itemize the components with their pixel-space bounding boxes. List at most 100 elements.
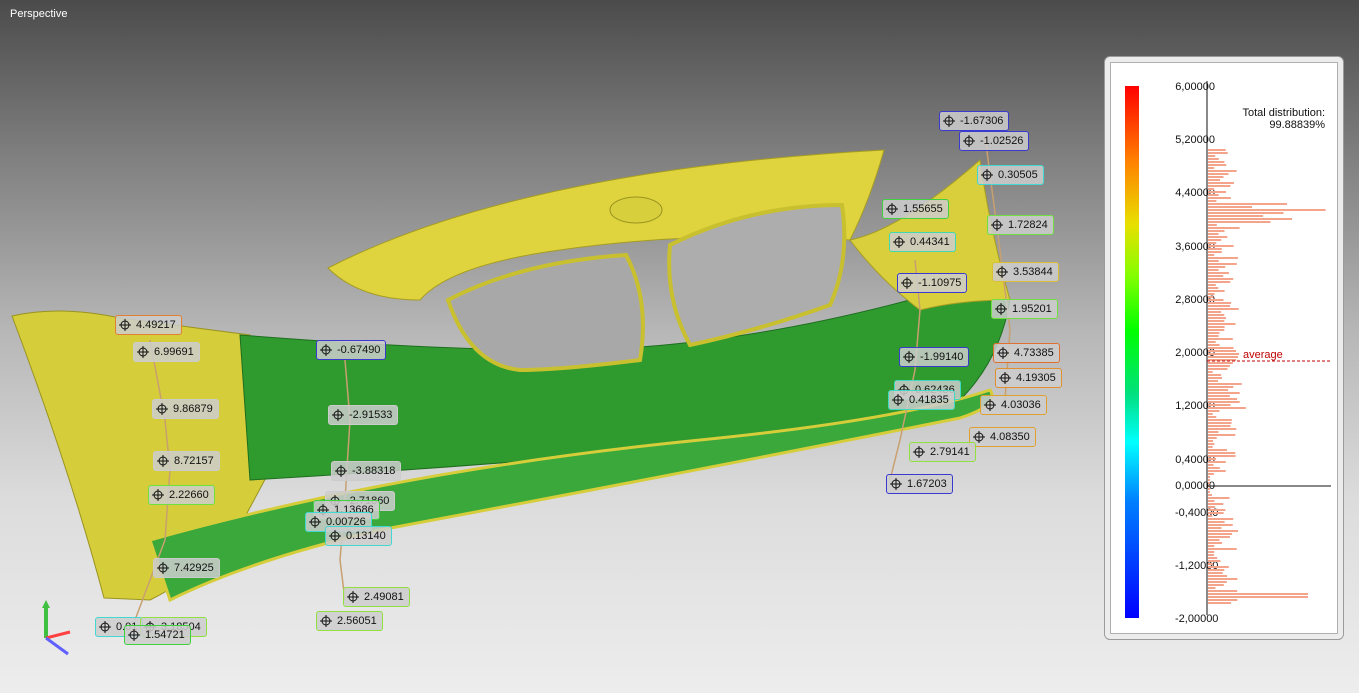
deviation-callout[interactable]: 2.56051 <box>316 611 383 631</box>
histogram-bar <box>1208 320 1225 322</box>
histogram-bar <box>1208 419 1232 421</box>
deviation-callout[interactable]: 2.49081 <box>343 587 410 607</box>
deviation-callout[interactable]: -1.10975 <box>897 273 968 293</box>
histogram-bar <box>1208 446 1213 448</box>
callout-value: 2.79141 <box>930 446 970 458</box>
histogram-bar <box>1208 506 1216 508</box>
callout-value: 0.44341 <box>910 236 950 248</box>
histogram-bar <box>1208 191 1226 193</box>
crosshair-icon <box>119 319 131 331</box>
deviation-callout[interactable]: -0.67490 <box>316 340 387 360</box>
legend-inner: 6,00000 5,20000 4,40000 3,60000 2,80000 2,000… <box>1110 62 1338 634</box>
histogram-bar <box>1208 347 1234 349</box>
deviation-callout[interactable]: 2.79141 <box>909 442 976 462</box>
histogram-bar <box>1208 290 1225 292</box>
deviation-callout[interactable]: 0.13140 <box>325 526 392 546</box>
viewport[interactable]: Perspective -1.67306 -1.02526 0.30505 1.556… <box>0 0 1359 693</box>
histogram-bar <box>1208 299 1224 301</box>
histogram-bar <box>1208 296 1214 298</box>
histogram-bar <box>1208 254 1215 256</box>
crosshair-icon <box>157 562 169 574</box>
deviation-callout[interactable]: -3.88318 <box>331 461 402 481</box>
histogram-bar <box>1208 200 1217 202</box>
histogram-bar <box>1208 560 1221 562</box>
histogram-bar <box>1208 545 1215 547</box>
histogram-bar <box>1208 173 1229 175</box>
histogram-bar <box>1208 503 1224 505</box>
histogram-bar <box>1208 338 1233 340</box>
histogram-bar <box>1208 437 1217 439</box>
deviation-callout[interactable]: 1.55655 <box>882 199 949 219</box>
histogram-bar <box>1208 428 1237 430</box>
histogram-bar <box>1208 515 1213 517</box>
histogram-bar <box>1208 500 1215 502</box>
callout-value: 3.53844 <box>1013 266 1053 278</box>
histogram-bar <box>1208 452 1236 454</box>
histogram-bar <box>1208 305 1231 307</box>
histogram-bar <box>1208 470 1226 472</box>
histogram-bar <box>1208 284 1216 286</box>
deviation-callout[interactable]: 7.42925 <box>153 558 220 578</box>
histogram-bar <box>1208 530 1238 532</box>
crosshair-icon <box>893 236 905 248</box>
crosshair-icon <box>991 219 1003 231</box>
histogram-bar <box>1208 455 1236 457</box>
histogram-bar <box>1208 269 1219 271</box>
deviation-callout[interactable]: 3.53844 <box>992 262 1059 282</box>
histogram-bar <box>1208 563 1213 565</box>
histogram-bar <box>1208 374 1222 376</box>
histogram-bar <box>1208 581 1227 583</box>
callout-value: 4.49217 <box>136 319 176 331</box>
deviation-callout[interactable]: -1.02526 <box>959 131 1030 151</box>
histogram-bar <box>1208 362 1233 364</box>
deviation-callout[interactable]: 4.73385 <box>993 343 1060 363</box>
histogram-bar <box>1208 551 1215 553</box>
histogram-bar <box>1208 350 1236 352</box>
deviation-callout[interactable]: 1.72824 <box>987 215 1054 235</box>
deviation-callout[interactable]: 0.41835 <box>888 390 955 410</box>
histogram-bar <box>1208 473 1214 475</box>
deviation-callout[interactable]: -2.91533 <box>328 405 399 425</box>
histogram-bar <box>1208 236 1228 238</box>
deviation-callout[interactable]: 2.22660 <box>148 485 215 505</box>
histogram-bar <box>1208 209 1326 211</box>
histogram-bar <box>1208 404 1231 406</box>
histogram-bar <box>1208 587 1216 589</box>
histogram-bar <box>1208 245 1234 247</box>
histogram-bar <box>1208 251 1222 253</box>
callout-value: 1.55655 <box>903 203 943 215</box>
deviation-callout[interactable]: 9.86879 <box>152 399 219 419</box>
histogram-bar <box>1208 158 1219 160</box>
histogram-bar <box>1208 491 1210 493</box>
histogram-bar <box>1208 431 1219 433</box>
deviation-callout[interactable]: 1.95201 <box>991 299 1058 319</box>
deviation-callout[interactable]: -1.67306 <box>939 111 1010 131</box>
histogram-bar <box>1208 248 1222 250</box>
histogram-bar <box>1208 281 1231 283</box>
deviation-callout[interactable]: 4.49217 <box>115 315 182 335</box>
deviation-callout[interactable]: 4.03036 <box>980 395 1047 415</box>
deviation-callout[interactable]: 4.19305 <box>995 368 1062 388</box>
callout-value: -1.99140 <box>920 351 964 363</box>
histogram-bar <box>1208 311 1222 313</box>
deviation-callout[interactable]: 4.08350 <box>969 427 1036 447</box>
deviation-callout[interactable]: 0.30505 <box>977 165 1044 185</box>
histogram-bar <box>1208 518 1234 520</box>
histogram-bar <box>1208 380 1218 382</box>
deviation-callout[interactable]: -1.99140 <box>899 347 970 367</box>
deviation-callout[interactable]: 8.72157 <box>153 451 220 471</box>
histogram-bar <box>1208 365 1230 367</box>
deviation-callout[interactable]: 1.67203 <box>886 474 953 494</box>
grille-left-opening <box>445 252 645 373</box>
histogram-bar <box>1208 275 1224 277</box>
deviation-callout[interactable]: 1.54721 <box>124 625 191 645</box>
crosshair-icon <box>309 516 321 528</box>
bumper-badge <box>609 196 663 224</box>
callout-value: 1.95201 <box>1012 303 1052 315</box>
deviation-callout[interactable]: 6.99691 <box>133 342 200 362</box>
histogram-bar <box>1208 344 1220 346</box>
deviation-callout[interactable]: 0.44341 <box>889 232 956 252</box>
deviation-legend-panel: 6,00000 5,20000 4,40000 3,60000 2,80000 2,000… <box>1104 56 1344 640</box>
histogram-bar <box>1208 557 1218 559</box>
histogram-bar <box>1208 383 1242 385</box>
